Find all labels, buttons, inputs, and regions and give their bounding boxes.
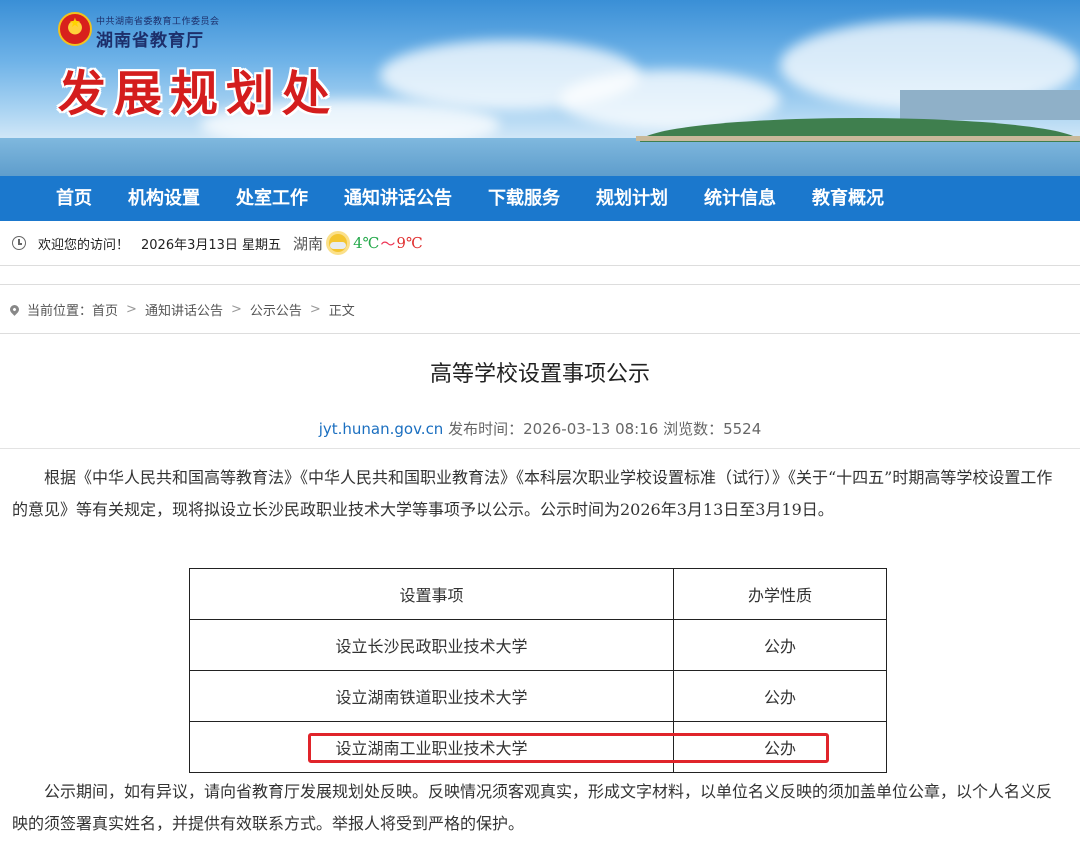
article-title: 高等学校设置事项公示: [429, 362, 650, 387]
views-label: 浏览数：: [663, 420, 724, 438]
nav-item-office-work[interactable]: 处室工作: [218, 176, 326, 221]
table-header-item: 设置事项: [189, 568, 674, 620]
table-header-row: 设置事项 办学性质: [189, 568, 887, 620]
partly-cloudy-icon: [329, 234, 348, 252]
table-row: 设立长沙民政职业技术大学 公办: [189, 619, 887, 671]
weather-city: 湖南: [293, 234, 324, 253]
breadcrumb: 当前位置： 首页 > 通知讲话公告 > 公示公告 > 正文: [0, 284, 1080, 334]
breadcrumb-item-body: 正文: [328, 303, 355, 319]
nav-item-notices[interactable]: 通知讲话公告: [326, 176, 470, 221]
breadcrumb-separator: >: [126, 301, 137, 317]
nav-item-home[interactable]: 首页: [38, 176, 110, 221]
clock-icon: [12, 236, 26, 250]
breadcrumb-item-announcements[interactable]: 公示公告: [250, 300, 302, 319]
article-paragraph-intro: 根据《中华人民共和国高等教育法》《中华人民共和国职业教育法》《本科层次职业学校设…: [12, 468, 1053, 519]
site-banner: ★ 中共湖南省委教育工作委员会 湖南省教育厅 发展规划处: [0, 0, 1080, 176]
table-cell-item: 设立湖南铁道职业技术大学: [189, 670, 674, 722]
table-cell-item: 设立长沙民政职业技术大学: [189, 619, 674, 671]
welcome-text: 欢迎您的访问！: [38, 237, 130, 253]
nav-item-organization[interactable]: 机构设置: [110, 176, 218, 221]
party-emblem-icon: ★: [58, 12, 92, 46]
breadcrumb-separator: >: [309, 301, 321, 317]
nav-item-plans[interactable]: 规划计划: [578, 176, 686, 221]
publish-label: 发布时间：: [448, 420, 524, 438]
breadcrumb-item-home[interactable]: 首页: [92, 300, 118, 319]
location-pin-icon: [8, 302, 21, 316]
dept-name: 湖南省教育厅: [96, 31, 204, 51]
river-water: [0, 138, 1080, 176]
current-date: 2026年3月13日 星期五: [141, 237, 282, 253]
table-cell-nature: 公办: [673, 670, 887, 722]
table-cell-nature: 公办: [673, 619, 887, 671]
views-count: 5524: [723, 420, 762, 438]
temperature-high: 9℃: [396, 234, 423, 252]
article-paragraph-objection: 公示期间，如有异议，请向省教育厅发展规划处反映。反映情况须客观真实，形成文字材料…: [12, 782, 1053, 833]
table-header-nature: 办学性质: [673, 568, 887, 620]
main-nav: 首页 机构设置 处室工作 通知讲话公告 下载服务 规划计划 统计信息 教育概况: [0, 176, 1080, 221]
nav-item-downloads[interactable]: 下载服务: [470, 176, 578, 221]
nav-item-statistics[interactable]: 统计信息: [686, 176, 794, 221]
temperature-low: 4℃: [353, 234, 380, 252]
nav-item-overview[interactable]: 教育概况: [794, 176, 902, 221]
welcome-bar: 欢迎您的访问！ 2026年3月13日 星期五 湖南 4℃ ～ 9℃: [0, 221, 1080, 266]
table-row: 设立湖南铁道职业技术大学 公办: [189, 670, 887, 722]
breadcrumb-item-notices[interactable]: 通知讲话公告: [145, 300, 223, 319]
publish-time: 2026-03-13 08:16: [523, 420, 659, 438]
source-site-link[interactable]: jyt.hunan.gov.cn: [319, 420, 444, 438]
divider: [0, 448, 1080, 449]
article-meta: jyt.hunan.gov.cn 发布时间：2026-03-13 08:16 浏…: [0, 418, 1080, 439]
breadcrumb-label: 当前位置：: [27, 303, 93, 319]
temperature-range-separator: ～: [380, 234, 396, 253]
highlight-annotation-box: [308, 733, 829, 763]
office-title: 发展规划处: [58, 66, 339, 122]
breadcrumb-separator: >: [230, 301, 242, 317]
